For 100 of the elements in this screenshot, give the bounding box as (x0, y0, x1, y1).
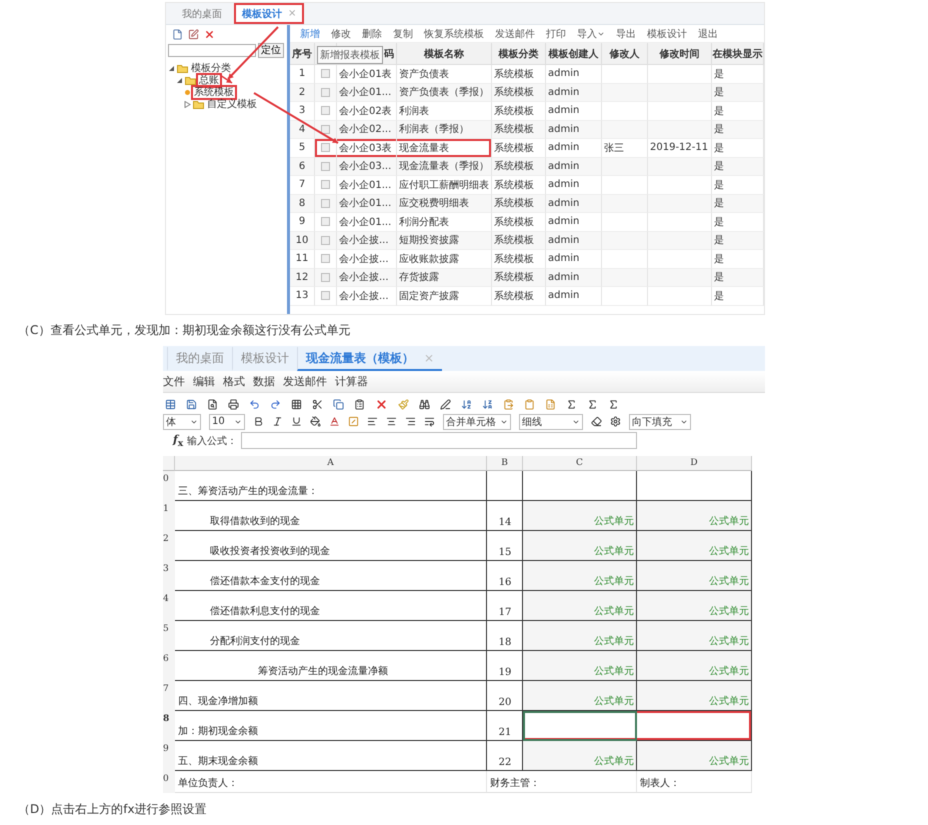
sheet-cell[interactable]: 公式单元 (637, 561, 752, 591)
column-header[interactable]: B (487, 456, 523, 471)
row-checkbox[interactable] (321, 198, 330, 208)
row-checkbox[interactable] (321, 143, 330, 152)
cut-icon[interactable] (312, 398, 323, 410)
sheet-cell[interactable]: 公式单元 (637, 621, 752, 651)
size-select[interactable]: 10 (209, 414, 245, 430)
toolbar-button[interactable]: 导出 (616, 26, 636, 40)
row-number[interactable]: 9 (163, 741, 175, 771)
save-icon[interactable] (186, 398, 197, 410)
expanded-triangle-icon[interactable] (176, 76, 183, 84)
row-number[interactable]: 1 (163, 501, 175, 531)
tree-item[interactable]: 自定义模板 (206, 98, 258, 110)
toolbar-button[interactable]: 退出 (698, 26, 718, 40)
sheet-cell[interactable]: 公式单元 (637, 741, 752, 771)
sheet-cell[interactable]: 公式单元 (637, 501, 752, 531)
sheet-cell[interactable] (523, 711, 637, 741)
row-number[interactable]: 7 (163, 681, 175, 711)
preview-icon[interactable] (207, 398, 218, 410)
sheet-cell[interactable] (637, 471, 752, 501)
toolbar-button[interactable]: 打印 (546, 26, 566, 40)
sheet-cell[interactable]: 公式单元 (523, 501, 637, 531)
sheet-cell[interactable]: 16 (487, 561, 523, 591)
sheet-cell[interactable]: 加：期初现金余额 (175, 711, 487, 741)
table-icon[interactable] (165, 398, 176, 410)
sheet-cell[interactable]: 公式单元 (523, 621, 637, 651)
sheet-cell[interactable]: 公式单元 (523, 681, 637, 711)
tree-item[interactable]: 总账 (198, 74, 220, 86)
row-number[interactable]: 0 (163, 771, 175, 793)
sheet-cell[interactable]: 五、期末现金余额 (175, 741, 487, 771)
tree-item[interactable]: 系统模板 (193, 86, 235, 98)
row-number[interactable]: 0 (163, 471, 175, 501)
toolbar-button[interactable]: 复制 (393, 26, 413, 40)
delete-icon[interactable] (204, 28, 215, 40)
fill-color-icon[interactable] (310, 416, 321, 428)
sheet-cell[interactable]: 吸收投资者投资收到的现金 (175, 531, 487, 561)
sheet-cell[interactable]: 制表人： (637, 771, 752, 793)
row-number[interactable]: 5 (163, 621, 175, 651)
sheet-cell[interactable]: 公式单元 (637, 681, 752, 711)
redo-icon[interactable] (270, 398, 281, 410)
sort-ascending-icon[interactable] (461, 398, 472, 410)
toolbar-button[interactable]: 导入 (577, 26, 605, 40)
menu-item[interactable]: 格式 (223, 374, 245, 390)
row-number[interactable]: 3 (163, 561, 175, 591)
font-color-icon[interactable] (329, 416, 340, 428)
sheet-cell[interactable]: 分配利润支付的现金 (175, 621, 487, 651)
align-center-icon[interactable] (386, 416, 397, 428)
row-number[interactable]: 4 (163, 591, 175, 621)
copy-icon[interactable] (333, 398, 344, 410)
row-checkbox[interactable] (321, 106, 330, 116)
sheet-cell[interactable]: 20 (487, 681, 523, 711)
grid-icon[interactable] (291, 398, 302, 410)
sheet-cell[interactable]: 三、筹资活动产生的现金流量： (175, 471, 487, 501)
border-icon[interactable] (348, 416, 359, 428)
sum-icon[interactable] (587, 398, 598, 410)
sheet-cell[interactable]: 筹资活动产生的现金流量净额 (175, 651, 487, 681)
tab[interactable]: 模板设计 × (234, 3, 304, 24)
sheet-cell[interactable]: 公式单元 (523, 651, 637, 681)
sheet-cell[interactable]: 公式单元 (523, 591, 637, 621)
clipboard-icon[interactable] (354, 398, 365, 410)
sheet-cell[interactable]: 17 (487, 591, 523, 621)
sheet-cell[interactable]: 公式单元 (637, 651, 752, 681)
underline-icon[interactable] (291, 416, 302, 428)
align-right-icon[interactable] (405, 416, 416, 428)
column-header[interactable]: D (637, 456, 752, 471)
paste-icon[interactable] (503, 398, 514, 410)
sheet-cell[interactable]: 财务主管： (487, 771, 637, 793)
row-number[interactable]: 2 (163, 531, 175, 561)
function-button[interactable]: f$_{x}$ (173, 432, 184, 449)
sheet-cell[interactable] (487, 471, 523, 501)
collapsed-triangle-icon[interactable] (184, 100, 191, 108)
sheet-cell[interactable]: 偿还借款利息支付的现金 (175, 591, 487, 621)
merge-select[interactable]: 合并单元格 (443, 414, 511, 430)
sheet-cell[interactable] (637, 711, 752, 741)
sort-descending-icon[interactable] (482, 398, 493, 410)
tree-item[interactable]: 模板分类 (190, 62, 232, 74)
sheet-cell[interactable] (523, 471, 637, 501)
search-field[interactable] (168, 44, 256, 57)
find-icon[interactable] (419, 398, 430, 410)
sheet-cell[interactable]: 18 (487, 621, 523, 651)
bold-icon[interactable] (253, 416, 264, 428)
sheet-cell[interactable]: 取得借款收到的现金 (175, 501, 487, 531)
sheet-cell[interactable]: 14 (487, 501, 523, 531)
italic-icon[interactable] (272, 416, 283, 428)
column-header[interactable]: A (175, 456, 487, 471)
sheet-cell[interactable]: 22 (487, 741, 523, 771)
sheet-cell[interactable]: 单位负责人： (175, 771, 487, 793)
sheet-cell[interactable]: 公式单元 (637, 531, 752, 561)
row-checkbox[interactable] (321, 180, 330, 190)
toolbar-button[interactable]: 新增 (300, 26, 320, 40)
wrap-text-icon[interactable] (424, 416, 435, 428)
align-left-icon[interactable] (367, 416, 378, 428)
undo-icon[interactable] (249, 398, 260, 410)
toolbar-button[interactable]: 模板设计 (647, 26, 687, 40)
sheet-cell[interactable]: 公式单元 (637, 591, 752, 621)
menu-item[interactable]: 文件 (163, 374, 185, 390)
new-file-icon[interactable] (172, 28, 183, 40)
toolbar-button[interactable]: 删除 (362, 26, 382, 40)
delete-icon[interactable] (375, 398, 388, 411)
sheet-cell[interactable]: 公式单元 (523, 561, 637, 591)
